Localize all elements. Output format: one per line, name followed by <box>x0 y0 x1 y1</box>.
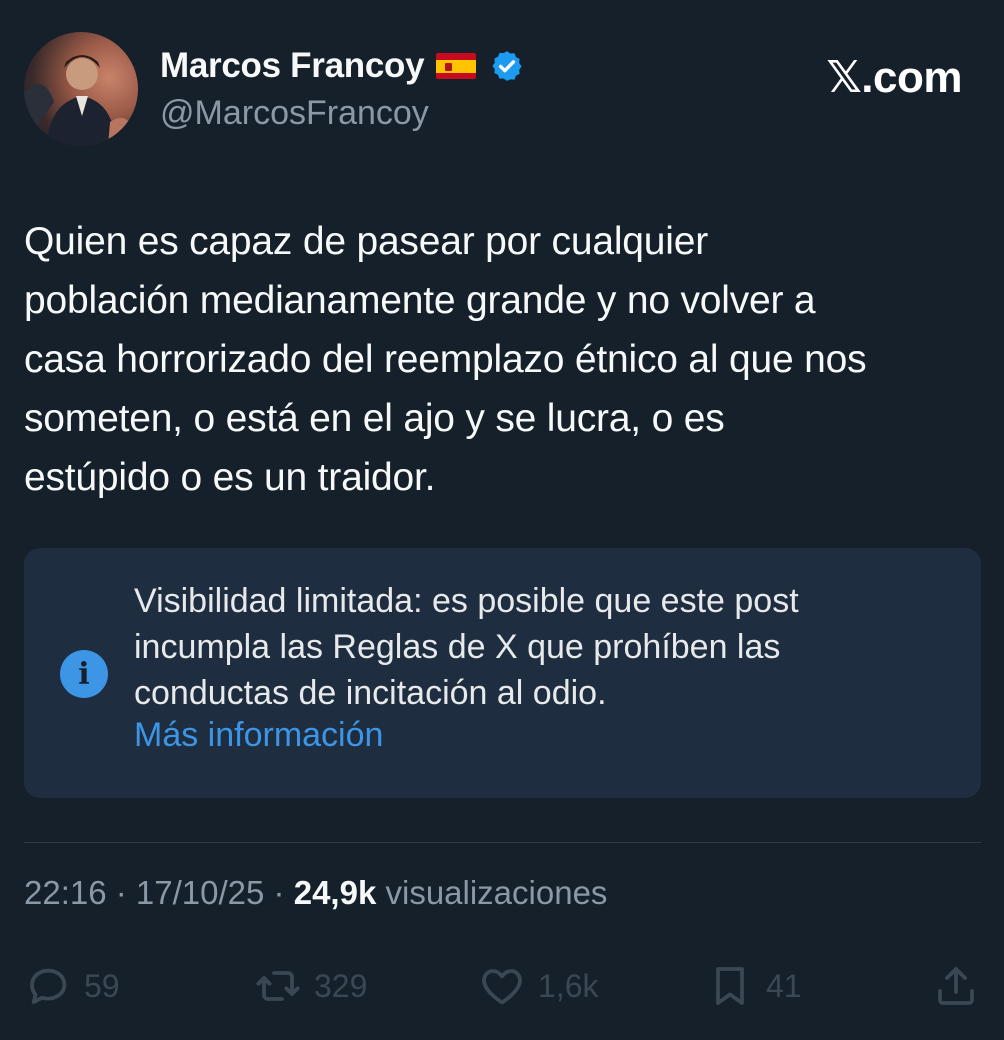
tweet: Marcos Francoy @MarcosFrancoy 𝕏.com Quie… <box>0 0 1004 1040</box>
tweet-meta: 22:16 · 17/10/25 · 24,9k visualizaciones <box>24 874 607 912</box>
share-icon <box>938 967 974 1005</box>
views-label: visualizaciones <box>376 874 608 911</box>
info-icon: i <box>60 650 108 698</box>
heart-icon <box>482 969 522 1005</box>
reply-button[interactable]: 59 <box>24 956 120 1016</box>
avatar-photo <box>24 55 134 146</box>
repost-button[interactable]: 329 <box>254 956 367 1016</box>
limited-visibility-notice: i Visibilidad limitada: es posible que e… <box>24 548 981 798</box>
reply-count: 59 <box>84 967 120 1004</box>
tweet-text: Quien es capaz de pasear por cualquier p… <box>24 220 867 499</box>
divider <box>24 842 981 843</box>
like-button[interactable]: 1,6k <box>478 956 598 1016</box>
repost-count: 329 <box>314 967 368 1004</box>
notice-text: Visibilidad limitada: es posible que est… <box>134 582 799 712</box>
bookmark-count: 41 <box>766 967 802 1004</box>
share-button[interactable] <box>932 956 980 1016</box>
bookmark-icon <box>716 967 744 1005</box>
bookmark-button[interactable]: 41 <box>706 956 802 1016</box>
spain-flag-icon <box>436 53 477 79</box>
author-name-row: Marcos Francoy <box>160 44 524 88</box>
action-bar: 59 329 1,6k 41 <box>0 956 1004 1016</box>
tweet-time[interactable]: 22:16 <box>24 874 107 912</box>
meta-separator: · <box>106 874 136 911</box>
meta-separator: · <box>264 874 294 911</box>
views-count: 24,9k <box>293 874 377 911</box>
like-count: 1,6k <box>538 967 599 1004</box>
tweet-date[interactable]: 17/10/25 <box>136 874 264 912</box>
author-handle[interactable]: @MarcosFrancoy <box>160 94 429 133</box>
more-info-link[interactable]: Más información <box>134 716 383 755</box>
reply-icon <box>30 968 67 1004</box>
author-name[interactable]: Marcos Francoy <box>160 46 425 86</box>
verified-badge-icon <box>492 51 522 81</box>
x-com-logo: 𝕏.com <box>826 53 962 102</box>
repost-icon <box>256 971 300 1001</box>
avatar[interactable] <box>24 32 138 146</box>
